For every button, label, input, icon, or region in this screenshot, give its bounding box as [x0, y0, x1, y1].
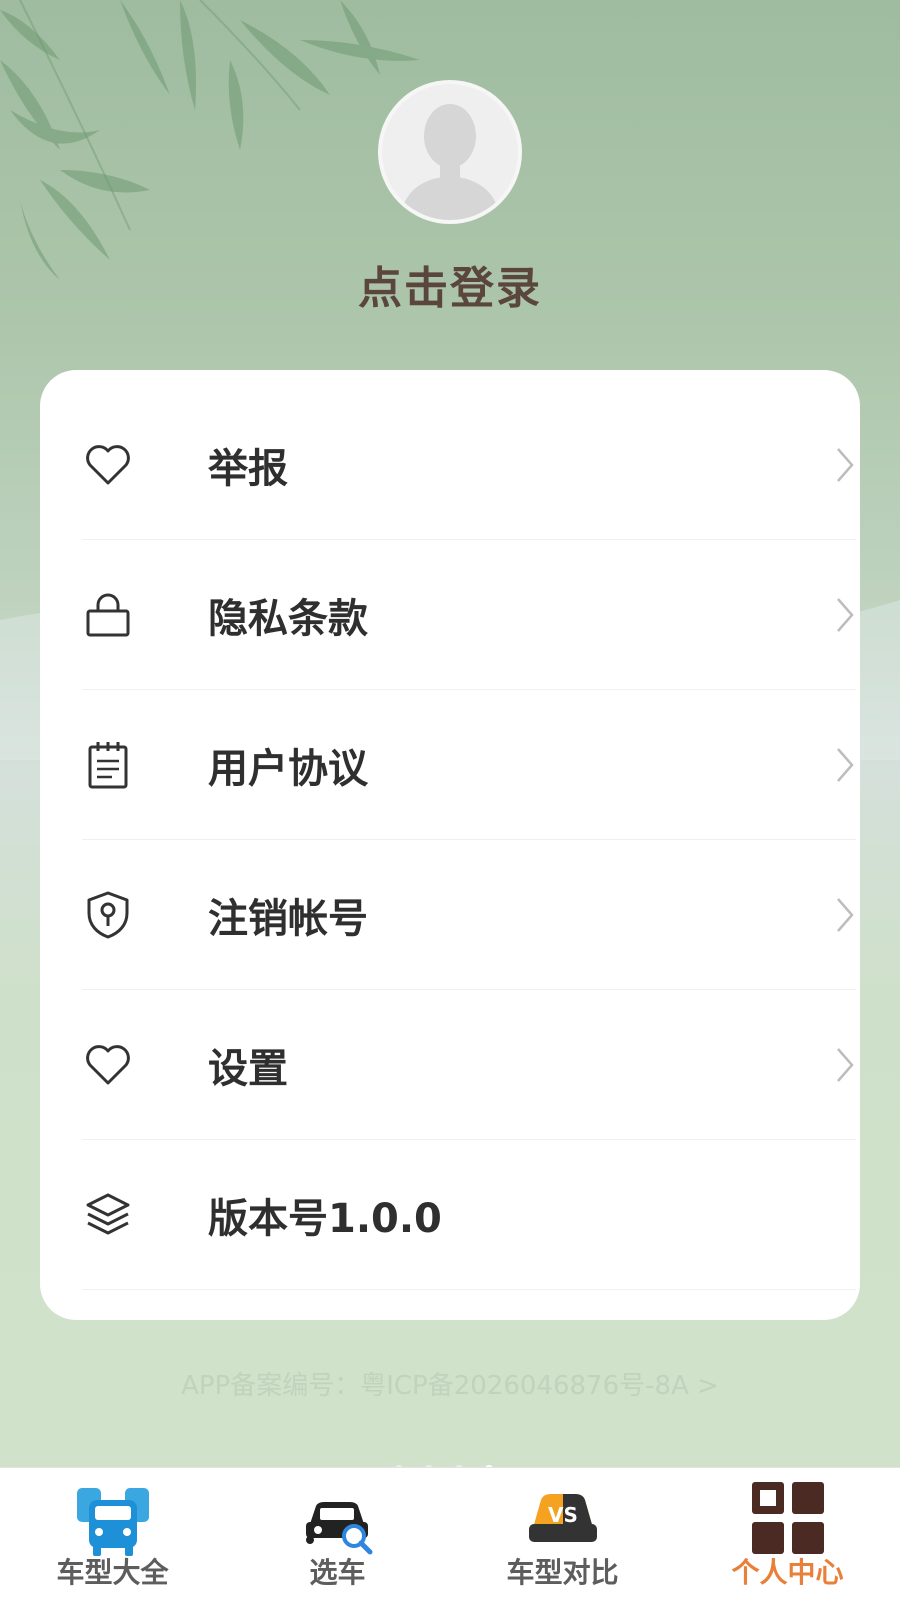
- car-vs-icon: VS: [528, 1494, 597, 1542]
- menu-item-version: 版本号1.0.0: [82, 1140, 856, 1290]
- chevron-right-icon: [837, 897, 854, 932]
- chevron-right-icon: [837, 747, 854, 782]
- menu-label: 举报: [208, 445, 288, 492]
- car-search-icon: [305, 1502, 372, 1555]
- lock-icon: [86, 593, 130, 636]
- notepad-icon: [88, 741, 128, 788]
- menu-label: 隐私条款: [208, 595, 368, 642]
- user-silhouette-icon: [400, 104, 500, 220]
- menu-item-settings[interactable]: 设置: [82, 990, 856, 1140]
- tab-car-compare[interactable]: VS 车型对比: [450, 1468, 675, 1600]
- tab-profile[interactable]: 个人中心: [675, 1468, 900, 1600]
- menu-item-delete-account[interactable]: 注销帐号: [82, 840, 856, 990]
- heart-icon: [86, 444, 130, 484]
- menu-item-privacy[interactable]: 隐私条款: [82, 540, 856, 690]
- shield-key-icon: [87, 891, 129, 938]
- tab-car-catalog[interactable]: 车型大全: [0, 1468, 225, 1600]
- menu-item-report[interactable]: 举报: [82, 390, 856, 540]
- chevron-right-icon: [837, 1047, 854, 1082]
- menu-label: 注销帐号: [208, 895, 368, 942]
- bottom-tab-bar: 车型大全 选车 VS 车型对比 个人中心: [0, 1467, 900, 1600]
- chevron-right-icon: [837, 447, 854, 482]
- heart-icon: [86, 1044, 130, 1084]
- tab-label: 车型大全: [56, 1556, 169, 1589]
- menu-item-user-agreement[interactable]: 用户协议: [82, 690, 856, 840]
- car-lineup-icon: [76, 1488, 149, 1556]
- chevron-right-icon: [837, 597, 854, 632]
- menu-card: 举报 隐私条款 用户协议 注销帐号 设置 版本号1.0.0: [40, 370, 860, 1320]
- tab-label: 选车: [309, 1556, 366, 1589]
- grid-icon: [751, 1482, 824, 1554]
- layers-icon: [86, 1193, 130, 1234]
- version-label: 版本号1.0.0: [208, 1195, 442, 1242]
- avatar[interactable]: [378, 80, 522, 224]
- profile-screen: 点击登录 举报 隐私条款 用户协议 注销帐号 设置 版本号1.0.0 APP备案…: [0, 0, 900, 1600]
- tab-label: 个人中心: [731, 1556, 844, 1589]
- menu-label: 设置: [208, 1045, 288, 1092]
- tab-label: 车型对比: [506, 1556, 619, 1589]
- icp-filing-link[interactable]: APP备案编号：粤ICP备2026046876号-8A >: [0, 1365, 900, 1402]
- menu-label: 用户协议: [208, 745, 368, 792]
- svg-text:VS: VS: [548, 1503, 578, 1527]
- tab-choose-car[interactable]: 选车: [225, 1468, 450, 1600]
- login-prompt[interactable]: 点击登录: [0, 252, 900, 316]
